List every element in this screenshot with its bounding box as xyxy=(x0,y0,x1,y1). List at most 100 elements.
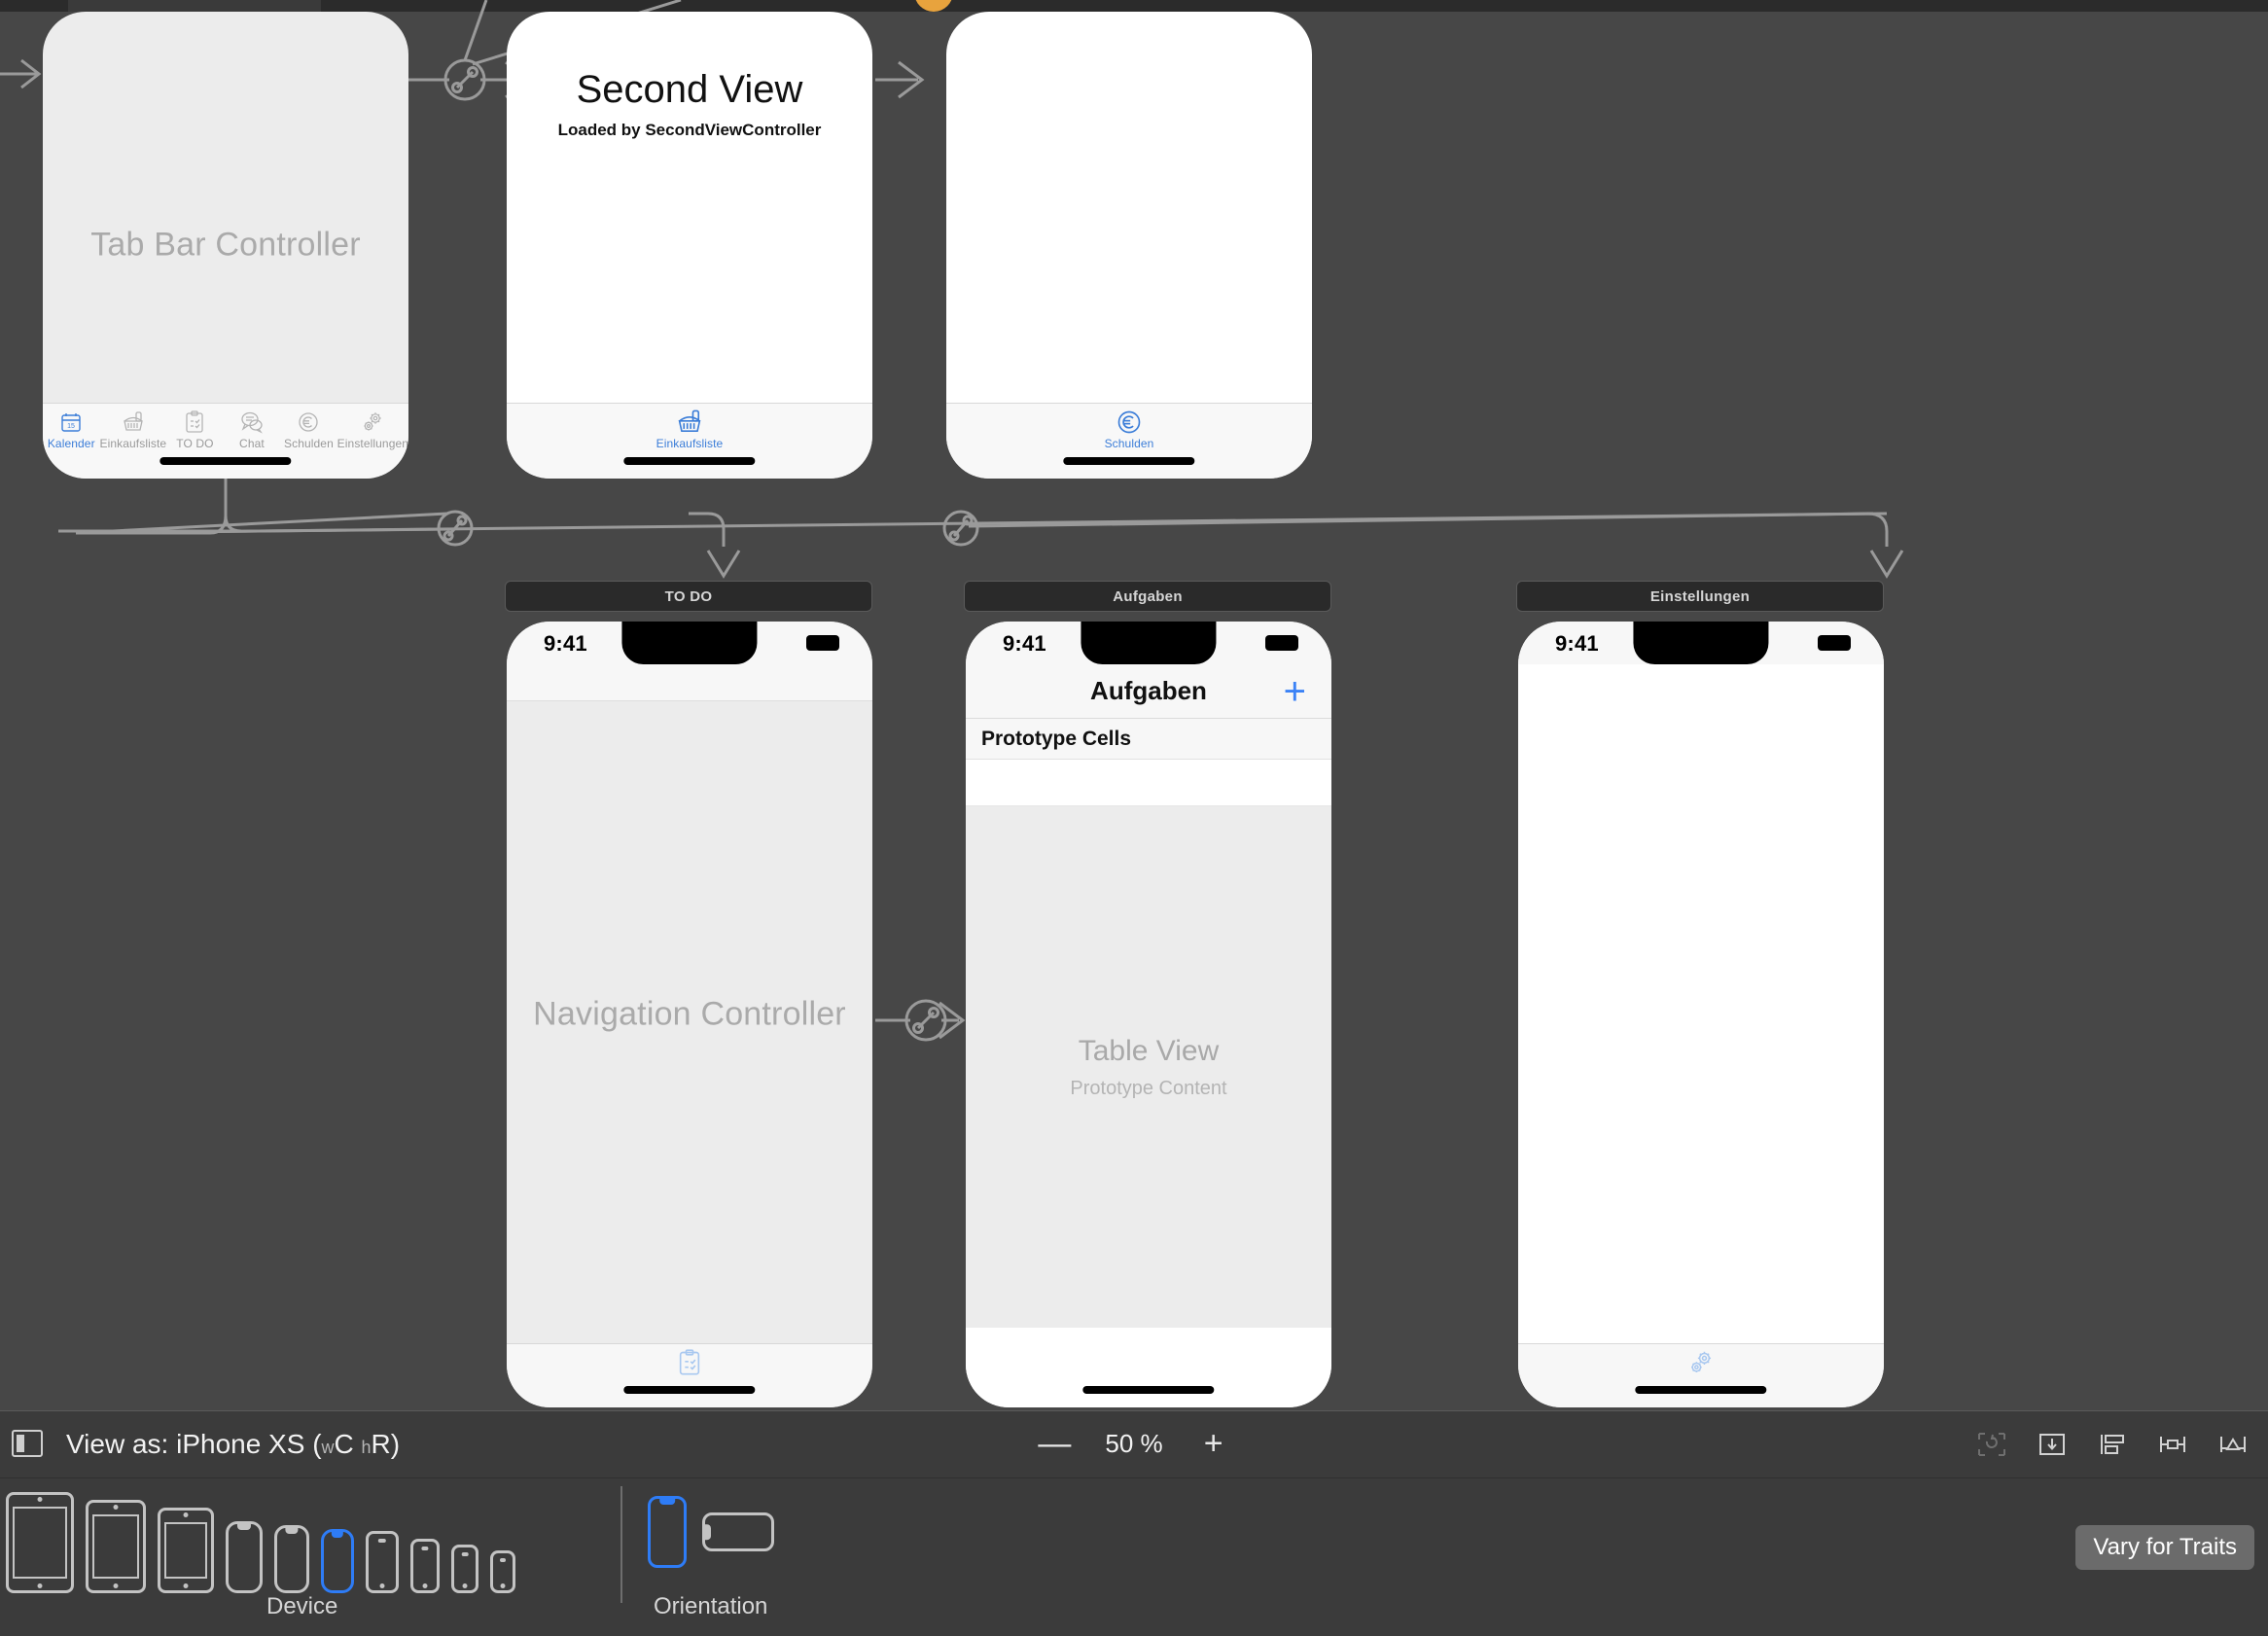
device-iphone-xr[interactable] xyxy=(274,1525,309,1593)
add-button[interactable]: + xyxy=(1284,672,1306,711)
tab-bar[interactable]: Schulden xyxy=(946,403,1312,479)
add-constraints-icon[interactable] xyxy=(2153,1425,2192,1464)
device-iphone-se[interactable] xyxy=(490,1550,515,1593)
notch xyxy=(331,1531,344,1538)
gears-icon xyxy=(1686,1350,1716,1375)
screen xyxy=(13,1507,67,1579)
device-iphone-xs[interactable] xyxy=(321,1529,354,1593)
status-time: 9:41 xyxy=(1003,631,1046,656)
notch xyxy=(621,622,758,664)
home-button xyxy=(500,1583,506,1588)
device-iphone-7[interactable] xyxy=(451,1545,478,1593)
scene-schulden-view[interactable]: Schulden xyxy=(946,12,1312,479)
view-as-prefix: View as: iPhone XS ( xyxy=(66,1429,322,1459)
device-ipad-pro-12[interactable] xyxy=(6,1492,74,1593)
device-ipad-mini[interactable] xyxy=(158,1508,214,1593)
tab-item-kalender[interactable]: 15 Kalender xyxy=(43,409,100,450)
home-button xyxy=(422,1583,428,1588)
tab-label: Schulden xyxy=(1104,437,1154,450)
view-as-label[interactable]: View as: iPhone XS (wC hR) xyxy=(66,1429,400,1460)
tab-item-einstellungen[interactable] xyxy=(1686,1350,1716,1375)
panel-toggle-icon[interactable] xyxy=(12,1430,43,1457)
tab-item-einkaufsliste[interactable]: Einkaufsliste xyxy=(656,409,724,450)
resolve-issues-icon[interactable] xyxy=(2214,1425,2252,1464)
screen xyxy=(164,1522,207,1579)
view-as-w: w xyxy=(321,1438,335,1457)
scene-title-label: TO DO xyxy=(664,587,713,605)
second-view-subtitle: Loaded by SecondViewController xyxy=(557,121,822,139)
scene-tab-bar-controller[interactable]: Tab Bar Controller 15 Kalender Einkaufsl… xyxy=(43,12,408,479)
scene-todo-navigation-controller[interactable]: 9:41 Navigation Controller xyxy=(507,622,872,1407)
top-strip xyxy=(0,0,2268,12)
gears-icon xyxy=(360,409,385,435)
notch xyxy=(704,1524,711,1540)
tab-label: TO DO xyxy=(176,437,214,450)
home-button xyxy=(379,1583,385,1588)
tab-item-todo[interactable]: TO DO xyxy=(166,409,224,450)
tab-bar[interactable] xyxy=(507,1343,872,1407)
scene-title-todo[interactable]: TO DO xyxy=(505,581,872,612)
scene-title-einstellungen[interactable]: Einstellungen xyxy=(1516,581,1884,612)
align-icon[interactable] xyxy=(2093,1425,2132,1464)
update-frames-icon[interactable] xyxy=(1972,1425,2011,1464)
device-iphone-8-plus[interactable] xyxy=(366,1531,399,1593)
camera-dot xyxy=(183,1512,189,1517)
prototype-cell[interactable] xyxy=(966,760,1331,806)
scene-title-label: Aufgaben xyxy=(1113,587,1183,605)
tab-bar-controller-label: Tab Bar Controller xyxy=(90,226,361,264)
bottom-area xyxy=(966,1328,1331,1407)
orientation-list xyxy=(648,1496,774,1568)
home-indicator xyxy=(623,457,756,465)
zoom-out-button[interactable]: — xyxy=(1037,1425,1072,1462)
scene-einstellungen-view[interactable]: 9:41 xyxy=(1518,622,1884,1407)
clipboard-icon xyxy=(677,1349,702,1375)
device-iphone-8[interactable] xyxy=(410,1539,440,1593)
camera-dot xyxy=(37,1497,43,1502)
tab-label: Einkaufsliste xyxy=(99,437,167,450)
zoom-in-button[interactable]: + xyxy=(1196,1425,1231,1462)
vary-for-traits-button[interactable]: Vary for Traits xyxy=(2075,1525,2254,1570)
speaker xyxy=(377,1539,387,1543)
scene-aufgaben-table-view[interactable]: 9:41 Aufgaben + Prototype Cells Table Vi… xyxy=(966,622,1331,1407)
scene-title-label: Einstellungen xyxy=(1649,587,1751,605)
orientation-portrait[interactable] xyxy=(648,1496,687,1568)
tab-bar[interactable] xyxy=(1518,1343,1884,1407)
storyboard-canvas[interactable]: Tab Bar Controller 15 Kalender Einkaufsl… xyxy=(0,0,2268,1636)
navigation-controller-label: Navigation Controller xyxy=(533,995,846,1033)
nav-bar-placeholder xyxy=(507,664,872,701)
screen xyxy=(92,1514,139,1579)
speaker xyxy=(461,1552,469,1556)
embed-in-icon[interactable] xyxy=(2033,1425,2072,1464)
scene-second-view[interactable]: Second View Loaded by SecondViewControll… xyxy=(507,12,872,479)
tab-item-einkaufsliste[interactable]: Einkaufsliste xyxy=(100,409,167,450)
tab-item-schulden[interactable]: Schulden xyxy=(1105,409,1154,450)
tab-item-todo[interactable] xyxy=(677,1349,702,1375)
device-list xyxy=(6,1486,515,1593)
battery-icon xyxy=(806,635,839,651)
tab-bar[interactable]: 15 Kalender Einkaufsliste TO DO Chat Sch… xyxy=(43,403,408,479)
tab-bar[interactable]: Einkaufsliste xyxy=(507,403,872,479)
home-indicator xyxy=(1082,1386,1215,1394)
svg-text:15: 15 xyxy=(67,423,75,430)
home-button xyxy=(462,1583,468,1588)
speaker xyxy=(500,1558,506,1562)
tab-item-chat[interactable]: Chat xyxy=(224,409,281,450)
camera-dot xyxy=(113,1505,119,1510)
orientation-landscape[interactable] xyxy=(702,1512,774,1551)
notch xyxy=(1081,622,1217,664)
home-indicator xyxy=(1063,457,1195,465)
tab-item-einstellungen[interactable]: Einstellungen xyxy=(337,409,408,450)
table-view-title: Table View xyxy=(1078,1034,1220,1067)
speaker xyxy=(421,1547,429,1550)
tab-label: Einkaufsliste xyxy=(656,437,724,450)
view-as-suffix: ) xyxy=(390,1429,401,1459)
status-time: 9:41 xyxy=(1555,631,1599,656)
calendar-icon: 15 xyxy=(59,409,83,435)
section-divider xyxy=(620,1486,622,1603)
tab-item-schulden[interactable]: Schulden xyxy=(280,409,337,450)
layout-toolbar xyxy=(1972,1425,2252,1464)
device-ipad-pro-11[interactable] xyxy=(86,1500,146,1593)
scene-title-aufgaben[interactable]: Aufgaben xyxy=(964,581,1331,612)
zoom-level-value: 50 % xyxy=(1105,1429,1163,1458)
device-iphone-xs-max[interactable] xyxy=(226,1521,263,1593)
